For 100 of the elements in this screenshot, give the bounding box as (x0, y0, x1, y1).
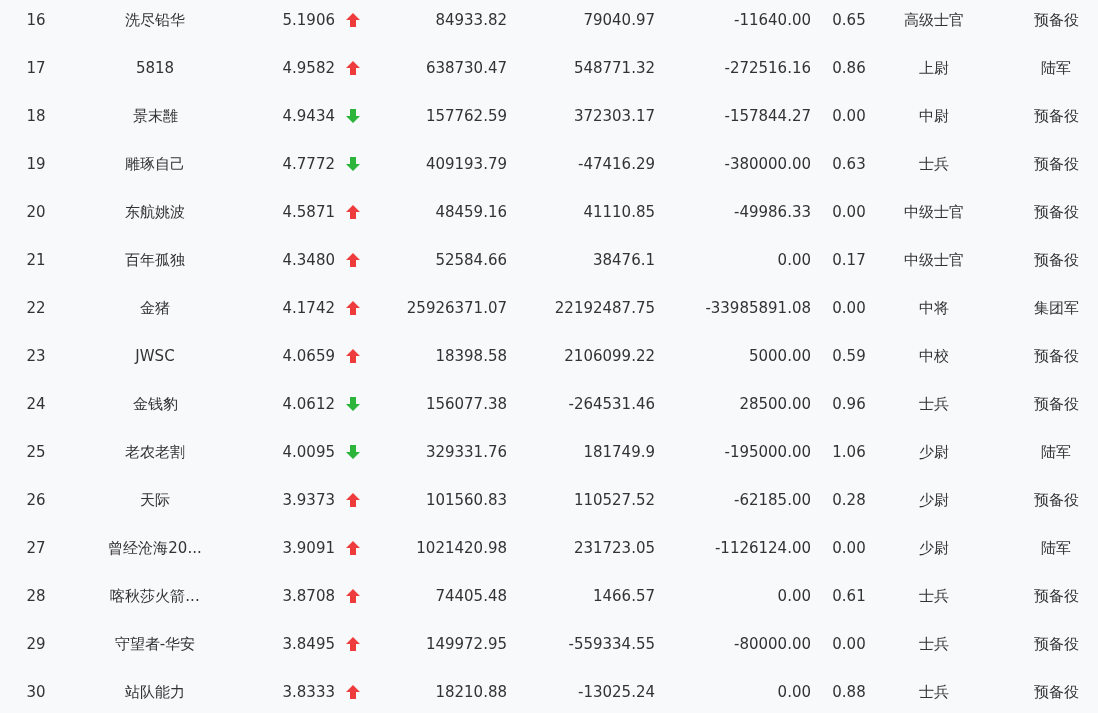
table-cell-text: 18398.58 (434, 347, 507, 365)
rank-title-cell-text: 中尉 (917, 106, 950, 126)
table-cell-text: -33985891.08 (704, 299, 811, 317)
table-cell-text: 预备役 (1032, 586, 1080, 606)
table-cell-text: 预备役 (1032, 106, 1080, 126)
table-cell-text: -13025.24 (577, 683, 655, 701)
name-cell-text: 百年孤独 (124, 250, 186, 270)
name-cell-text: 喀秋莎火箭... (109, 586, 201, 606)
table-cell-text: -11640.00 (733, 11, 811, 29)
name-cell-text: 曾经沧海20... (107, 538, 203, 558)
table-cell-text: 0.00 (776, 683, 811, 701)
name-cell-text: 景末雝 (131, 106, 179, 126)
score-cell: 4.0659 (282, 347, 335, 365)
rank-cell-text: 27 (25, 539, 47, 557)
table-cell-text: 0.00 (831, 539, 867, 557)
name-cell-text: 老农老割 (124, 442, 186, 462)
table-cell-text: 预备役 (1032, 346, 1080, 366)
table-cell-text: 18210.88 (434, 683, 507, 701)
rank-title-cell-text: 士兵 (917, 634, 950, 654)
table-cell-text: 638730.47 (424, 59, 507, 77)
rank-cell-text: 19 (25, 155, 47, 173)
rank-title-cell-text: 高级士官 (902, 10, 965, 30)
table-cell-text: 156077.38 (424, 395, 507, 413)
table-cell-text: 329331.76 (424, 443, 507, 461)
name-cell-text: JWSC (133, 347, 176, 365)
table-cell-text: 48459.16 (434, 203, 507, 221)
rank-cell-text: 24 (25, 395, 47, 413)
table-cell-text: 52584.66 (434, 251, 507, 269)
rank-cell-text: 20 (25, 203, 47, 221)
table-cell-text: -1126124.00 (713, 539, 811, 557)
score-cell: 4.0612 (282, 395, 335, 413)
table-cell-text: 0.00 (776, 251, 811, 269)
rank-title-cell-text: 少尉 (917, 442, 950, 462)
rank-cell-text: 16 (25, 11, 47, 29)
table-cell-text: 0.00 (776, 587, 811, 605)
score-cell: 4.9434 (282, 107, 335, 125)
rank-title-cell-text: 中将 (917, 298, 950, 318)
table-cell-text: -559334.55 (567, 635, 655, 653)
table-cell-text: 预备役 (1032, 154, 1080, 174)
table-cell-text: 372303.17 (572, 107, 655, 125)
table-cell-text: 1021420.98 (415, 539, 507, 557)
rank-cell-text: 17 (25, 59, 47, 77)
table-cell-text: 0.00 (831, 635, 867, 653)
table-cell-text: 预备役 (1032, 394, 1080, 414)
name-cell-text: 金钱豹 (131, 394, 179, 414)
table-cell-text: 0.61 (831, 587, 867, 605)
table-cell-text: 1466.57 (591, 587, 655, 605)
rank-title-cell-text: 少尉 (917, 490, 950, 510)
score-cell: 3.8495 (282, 635, 335, 653)
score-cell: 3.8708 (282, 587, 335, 605)
name-cell-text: 天际 (139, 490, 171, 510)
table-cell-text: 预备役 (1032, 10, 1080, 30)
rank-cell-text: 29 (25, 635, 47, 653)
score-cell: 4.3480 (282, 251, 335, 269)
table-cell-text: 0.00 (831, 107, 867, 125)
rank-cell-text: 30 (25, 683, 47, 701)
score-cell: 3.9373 (282, 491, 335, 509)
table-cell-text: -49986.33 (733, 203, 811, 221)
table-cell-text: 0.86 (831, 59, 867, 77)
name-cell-text: 站队能力 (124, 682, 186, 702)
table-cell-text: 110527.52 (572, 491, 655, 509)
table-cell-text: 预备役 (1032, 634, 1080, 654)
score-cell: 4.5871 (282, 203, 335, 221)
name-cell-text: 5818 (134, 59, 176, 77)
table-cell-text: 0.00 (831, 203, 867, 221)
table-cell-text: 陆军 (1040, 538, 1072, 558)
table-cell-text: 集团军 (1032, 298, 1080, 318)
rank-title-cell-text: 少尉 (917, 538, 950, 558)
table-cell-text: -47416.29 (577, 155, 655, 173)
table-cell-text: 预备役 (1032, 202, 1080, 222)
table-cell-text: 0.28 (831, 491, 867, 509)
table-cell-text: 149972.95 (424, 635, 507, 653)
name-cell-text: 东航姚波 (124, 202, 186, 222)
table-cell-text: 25926371.07 (405, 299, 507, 317)
table-cell-text: 409193.79 (424, 155, 507, 173)
table-cell-text: 陆军 (1040, 58, 1072, 78)
table-cell-text: 74405.48 (434, 587, 507, 605)
name-cell-text: 守望者-华安 (113, 634, 197, 654)
score-cell: 4.7772 (282, 155, 335, 173)
table-cell-text: 181749.9 (582, 443, 655, 461)
table-cell-text: 0.88 (831, 683, 867, 701)
table-cell-text: -157844.27 (723, 107, 811, 125)
rank-title-cell-text: 中级士官 (902, 250, 965, 270)
table-cell-text: 0.96 (831, 395, 867, 413)
table-cell-text: -272516.16 (723, 59, 811, 77)
score-cell: 5.1906 (282, 11, 335, 29)
rank-title-cell-text: 士兵 (917, 586, 950, 606)
table-cell-text: -195000.00 (723, 443, 811, 461)
rank-cell-text: 21 (25, 251, 47, 269)
rank-title-cell-text: 士兵 (917, 682, 950, 702)
rank-title-cell-text: 中级士官 (902, 202, 965, 222)
rank-title-cell-text: 士兵 (917, 394, 950, 414)
rank-cell-text: 28 (25, 587, 47, 605)
score-cell: 4.0095 (282, 443, 335, 461)
name-cell-text: 洗尽铅华 (124, 10, 186, 30)
table-cell-text: 1.06 (831, 443, 867, 461)
table-cell-text: 0.17 (831, 251, 867, 269)
rank-title-cell-text: 士兵 (917, 154, 950, 174)
table-cell-text: 38476.1 (591, 251, 655, 269)
table-cell-text: -80000.00 (733, 635, 811, 653)
